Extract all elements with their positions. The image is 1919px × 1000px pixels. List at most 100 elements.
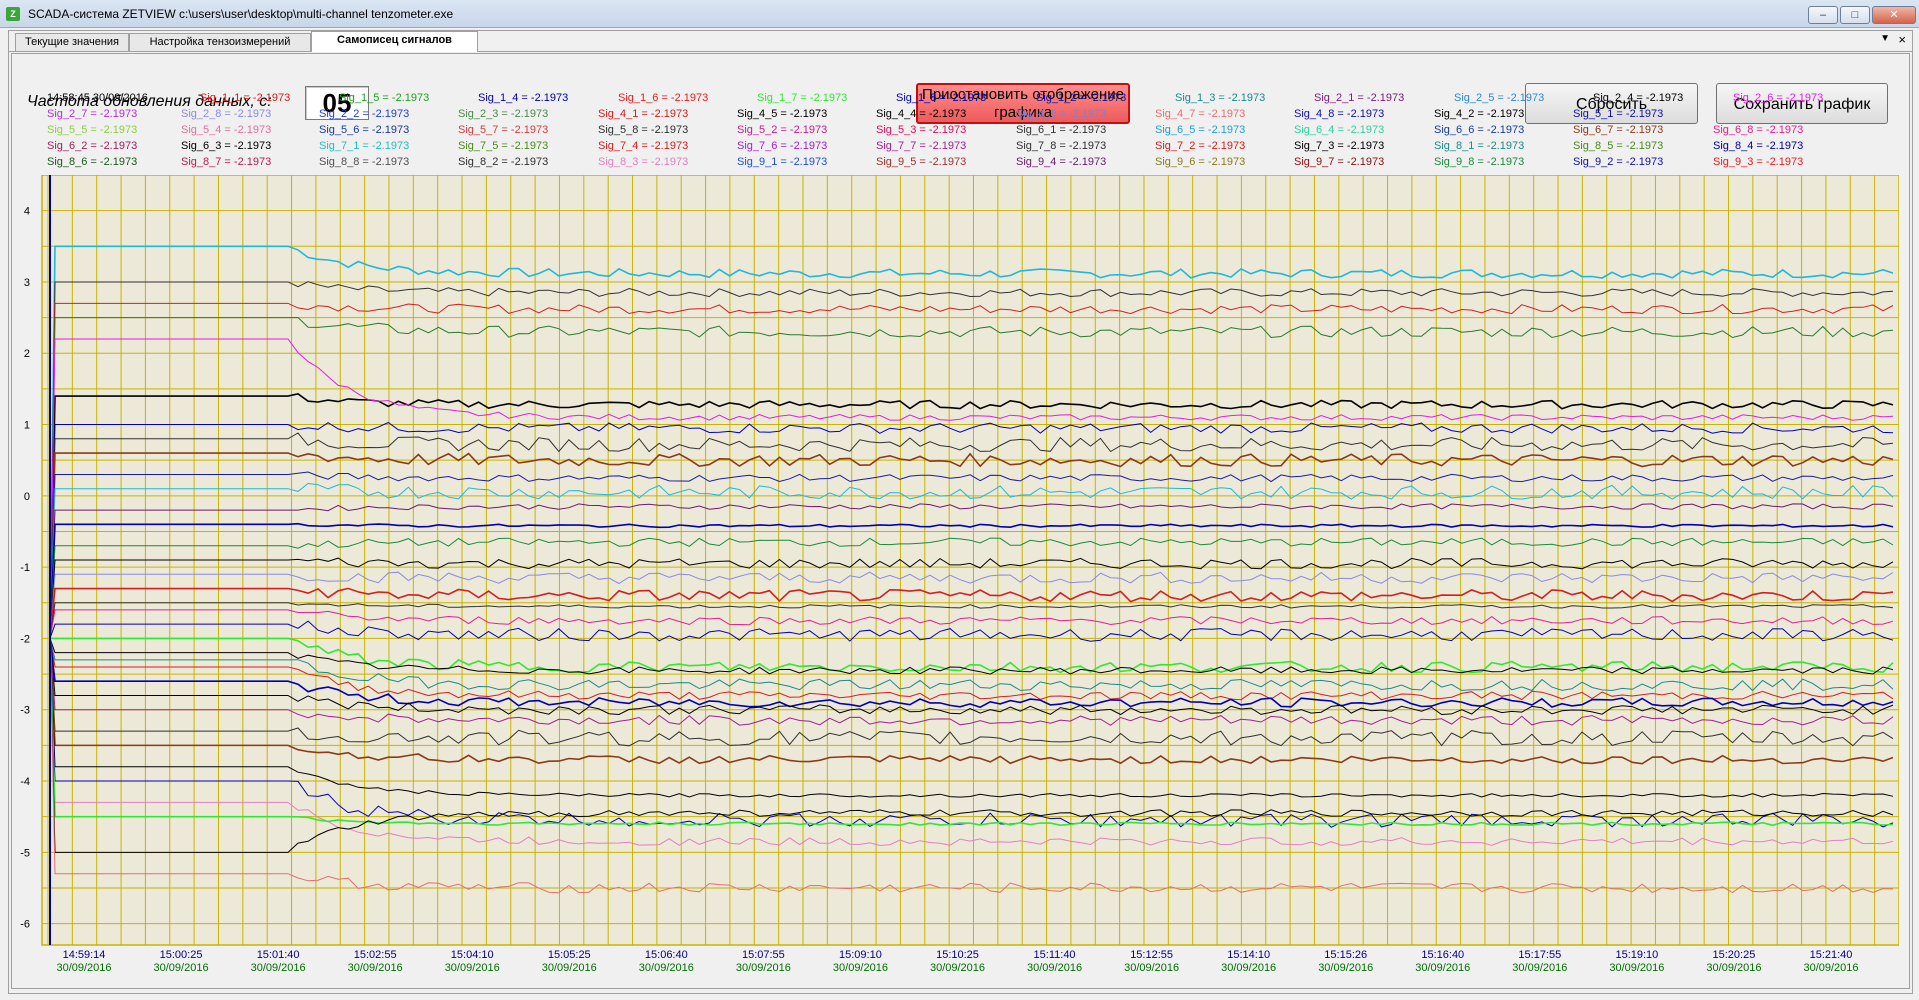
legend-item: Sig_4_7 = -2.1973 bbox=[1155, 108, 1246, 120]
x-tick-date: 30/09/2016 bbox=[1512, 962, 1567, 974]
y-tick-label: 4 bbox=[24, 206, 30, 218]
x-tick-date: 30/09/2016 bbox=[154, 962, 209, 974]
x-tick-date: 30/09/2016 bbox=[1415, 962, 1470, 974]
signal-legend: 14:58:45 30/09/2016 Sig_1_1 = -2.1973 Sig… bbox=[30, 92, 1890, 172]
legend-item: Sig_9_2 = -2.1973 bbox=[1573, 156, 1664, 168]
legend-item: Sig_1_2 = -2.1973 bbox=[1036, 92, 1127, 104]
x-tick-date: 30/09/2016 bbox=[542, 962, 597, 974]
signal-chart: 4 3 2 1 0 -1 -2 -3 -4 -5 -6 14:59:14 30/09/2016 15:00… bbox=[10, 175, 1899, 991]
window-title: SCADA-система ZETVIEW c:\users\user\desk… bbox=[28, 7, 454, 21]
legend-item: Sig_9_7 = -2.1973 bbox=[1294, 156, 1385, 168]
legend-item: Sig_4_6 = -2.1973 bbox=[1016, 108, 1107, 120]
legend-item: Sig_9_8 = -2.1973 bbox=[1434, 156, 1525, 168]
x-tick-date: 30/09/2016 bbox=[1706, 962, 1761, 974]
legend-item: Sig_1_4 = -2.1973 bbox=[478, 92, 569, 104]
legend-item: Sig_8_7 = -2.1973 bbox=[181, 156, 272, 168]
maximize-button[interactable]: □ bbox=[1840, 6, 1870, 24]
legend-item: Sig_1_8 = -2.1973 bbox=[896, 92, 987, 104]
legend-item: Sig_4_8 = -2.1973 bbox=[1294, 108, 1385, 120]
y-tick-label: -2 bbox=[20, 633, 30, 645]
x-tick-time: 15:19:10 bbox=[1615, 949, 1658, 961]
legend-item: Sig_2_4 = -2.1973 bbox=[1593, 92, 1684, 104]
y-tick-label: -4 bbox=[20, 776, 30, 788]
legend-item: Sig_8_1 = -2.1973 bbox=[1434, 140, 1525, 152]
x-tick-time: 15:00:25 bbox=[160, 949, 203, 961]
legend-item: Sig_5_2 = -2.1973 bbox=[737, 124, 828, 136]
legend-item: Sig_2_5 = -2.1973 bbox=[1454, 92, 1545, 104]
tab-signal-recorder[interactable]: Самописец сигналов bbox=[311, 31, 478, 52]
legend-item: Sig_8_5 = -2.1973 bbox=[1573, 140, 1664, 152]
x-tick-date: 30/09/2016 bbox=[833, 962, 888, 974]
x-tick-time: 15:17:55 bbox=[1518, 949, 1561, 961]
legend-item: Sig_9_6 = -2.1973 bbox=[1155, 156, 1246, 168]
legend-item: Sig_5_1 = -2.1973 bbox=[1573, 108, 1664, 120]
legend-item: Sig_5_7 = -2.1973 bbox=[458, 124, 549, 136]
x-tick-time: 15:02:55 bbox=[354, 949, 397, 961]
legend-item: Sig_6_7 = -2.1973 bbox=[1573, 124, 1664, 136]
legend-item: Sig_9_3 = -2.1973 bbox=[1713, 156, 1804, 168]
tab-close-icon[interactable]: × bbox=[1898, 32, 1906, 47]
y-tick-label: -1 bbox=[20, 562, 30, 574]
x-tick-time: 15:20:25 bbox=[1713, 949, 1756, 961]
y-tick-label: 2 bbox=[24, 348, 30, 360]
legend-item: Sig_5_3 = -2.1973 bbox=[876, 124, 967, 136]
legend-item: Sig_7_5 = -2.1973 bbox=[458, 140, 549, 152]
legend-item: Sig_7_3 = -2.1973 bbox=[1294, 140, 1385, 152]
legend-item: Sig_4_5 = -2.1973 bbox=[737, 108, 828, 120]
legend-item: Sig_7_4 = -2.1973 bbox=[598, 140, 689, 152]
legend-item: Sig_2_2 = -2.1973 bbox=[319, 108, 410, 120]
x-tick-time: 15:21:40 bbox=[1810, 949, 1853, 961]
x-tick-time: 15:14:10 bbox=[1227, 949, 1270, 961]
legend-item: Sig_6_8 = -2.1973 bbox=[1713, 124, 1804, 136]
y-tick-label: -6 bbox=[20, 919, 30, 931]
x-tick-time: 15:12:55 bbox=[1130, 949, 1173, 961]
legend-item: Sig_6_5 = -2.1973 bbox=[1155, 124, 1246, 136]
close-button[interactable]: ✕ bbox=[1872, 6, 1916, 24]
legend-item: Sig_8_3 = -2.1973 bbox=[598, 156, 689, 168]
x-tick-time: 15:10:25 bbox=[936, 949, 979, 961]
tab-menu-arrow-icon[interactable]: ▼ bbox=[1880, 33, 1890, 44]
x-tick-date: 30/09/2016 bbox=[1318, 962, 1373, 974]
legend-item: Sig_6_4 = -2.1973 bbox=[1294, 124, 1385, 136]
legend-item: Sig_7_8 = -2.1973 bbox=[1016, 140, 1107, 152]
x-tick-date: 30/09/2016 bbox=[348, 962, 403, 974]
x-tick-date: 30/09/2016 bbox=[56, 962, 111, 974]
x-tick-time: 15:11:40 bbox=[1034, 949, 1076, 961]
legend-item: Sig_4_1 = -2.1973 bbox=[598, 108, 689, 120]
legend-item: Sig_8_8 = -2.1973 bbox=[319, 156, 410, 168]
legend-item: Sig_9_4 = -2.1973 bbox=[1016, 156, 1107, 168]
legend-timestamp: 14:58:45 30/09/2016 bbox=[47, 92, 148, 104]
x-tick-date: 30/09/2016 bbox=[639, 962, 694, 974]
minimize-button[interactable]: – bbox=[1808, 6, 1838, 24]
title-bar: Z SCADA-система ZETVIEW c:\users\user\de… bbox=[0, 0, 1919, 28]
legend-item: Sig_2_6 = -2.1973 bbox=[1733, 92, 1824, 104]
x-tick-time: 15:05:25 bbox=[548, 949, 591, 961]
tab-strain-settings[interactable]: Настройка тензоизмерений bbox=[129, 33, 311, 51]
legend-item: Sig_6_6 = -2.1973 bbox=[1434, 124, 1525, 136]
legend-item: Sig_1_1 = -2.1973 bbox=[200, 92, 291, 104]
legend-item: Sig_6_1 = -2.1973 bbox=[1016, 124, 1107, 136]
tab-current-values[interactable]: Текущие значения bbox=[15, 33, 129, 51]
legend-item: Sig_1_3 = -2.1973 bbox=[1175, 92, 1266, 104]
x-tick-time: 15:16:40 bbox=[1421, 949, 1464, 961]
x-tick-time: 15:07:55 bbox=[742, 949, 785, 961]
y-tick-label: 3 bbox=[24, 277, 30, 289]
legend-item: Sig_2_1 = -2.1973 bbox=[1314, 92, 1405, 104]
legend-item: Sig_5_6 = -2.1973 bbox=[319, 124, 410, 136]
x-tick-time: 15:06:40 bbox=[645, 949, 688, 961]
legend-item: Sig_6_3 = -2.1973 bbox=[181, 140, 272, 152]
x-tick-date: 30/09/2016 bbox=[1609, 962, 1664, 974]
app-icon: Z bbox=[6, 7, 20, 21]
y-tick-label: -5 bbox=[20, 847, 30, 859]
legend-item: Sig_2_3 = -2.1973 bbox=[458, 108, 549, 120]
x-tick-date: 30/09/2016 bbox=[251, 962, 306, 974]
legend-item: Sig_2_8 = -2.1973 bbox=[181, 108, 272, 120]
legend-item: Sig_5_5 = -2.1973 bbox=[47, 124, 138, 136]
legend-item: Sig_6_2 = -2.1973 bbox=[47, 140, 138, 152]
x-tick-time: 14:59:14 bbox=[63, 949, 106, 961]
x-tick-date: 30/09/2016 bbox=[736, 962, 791, 974]
x-tick-date: 30/09/2016 bbox=[1221, 962, 1276, 974]
tab-bar: Текущие значения Настройка тензоизмерени… bbox=[9, 31, 1912, 52]
chart-svg: 43210-1-2-3-4-5-614:59:1430/09/201615:00… bbox=[20, 175, 1899, 974]
legend-item: Sig_4_4 = -2.1973 bbox=[876, 108, 967, 120]
